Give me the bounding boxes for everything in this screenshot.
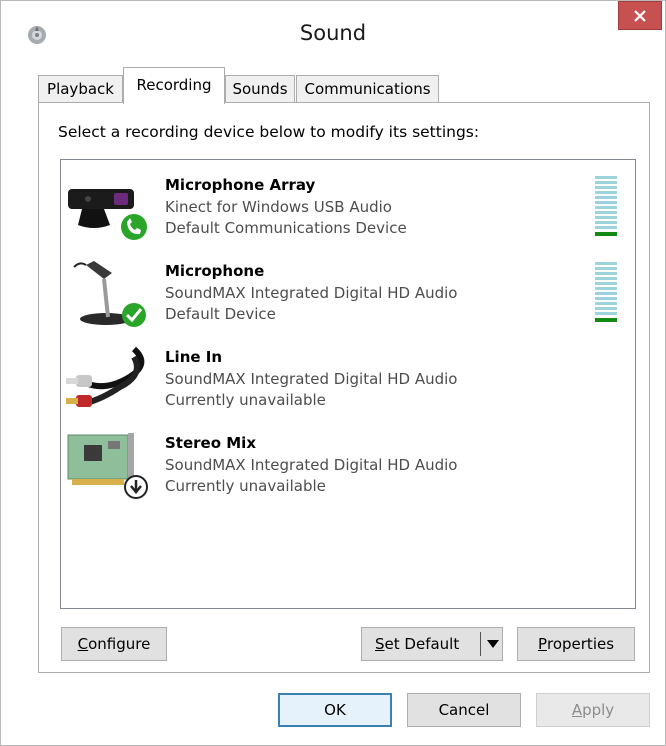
kinect-sensor-icon [68,189,147,240]
configure-label: onfigure [88,635,151,653]
device-driver: SoundMAX Integrated Digital HD Audio [165,369,458,388]
device-microphone-array[interactable]: Microphone Array Kinect for Windows USB … [61,166,635,252]
sound-dialog: Sound Playback Recording Sounds Communic… [0,0,666,746]
device-microphone[interactable]: Microphone SoundMAX Integrated Digital H… [61,252,635,338]
close-icon [634,9,646,22]
device-status: Currently unavailable [165,391,326,409]
device-name: Stereo Mix [165,434,256,452]
device-name: Microphone [165,262,265,280]
microphone-icon [73,261,146,327]
phone-check-badge-icon [121,214,147,240]
close-button[interactable] [618,1,662,30]
apply-button[interactable]: Apply [536,693,650,727]
device-stereo-mix[interactable]: Stereo Mix SoundMAX Integrated Digital H… [61,424,635,510]
device-status: Currently unavailable [165,477,326,495]
recording-tab-panel: Select a recording device below to modif… [38,102,650,673]
ok-button[interactable]: OK [278,693,392,727]
device-name: Microphone Array [165,176,316,194]
device-driver: Kinect for Windows USB Audio [165,197,392,216]
tab-communications[interactable]: Communications [296,75,439,103]
device-driver: SoundMAX Integrated Digital HD Audio [165,455,458,474]
instruction-text: Select a recording device below to modif… [58,123,480,141]
down-arrow-badge-icon [124,475,148,499]
set-default-split-button[interactable]: Set Default [361,627,503,661]
dropdown-arrow-icon[interactable] [487,640,499,648]
set-default-access-key: S [375,635,385,653]
sound-card-icon [67,433,148,499]
device-name: Line In [165,348,223,366]
configure-button[interactable]: Configure [61,627,167,661]
properties-button[interactable]: Properties [517,627,635,661]
window-title: Sound [299,21,367,45]
set-default-label: et Default [384,635,460,653]
recording-device-list[interactable]: Microphone Array Kinect for Windows USB … [60,159,636,609]
tab-playback[interactable]: Playback [38,75,123,103]
cancel-button[interactable]: Cancel [407,693,521,727]
split-divider [480,632,481,656]
device-driver: SoundMAX Integrated Digital HD Audio [165,283,458,302]
properties-label: roperties [547,635,615,653]
device-line-in[interactable]: Line In SoundMAX Integrated Digital HD A… [61,338,635,424]
device-status: Default Communications Device [165,219,407,237]
tab-sounds[interactable]: Sounds [225,75,295,103]
configure-access-key: C [77,635,89,653]
apply-label: pply [582,701,615,719]
check-badge-icon [122,303,146,327]
title-bar: Sound [1,1,665,63]
tab-recording[interactable]: Recording [123,67,225,104]
apply-access-key: A [571,701,583,719]
properties-access-key: P [537,635,547,653]
level-meter [595,262,617,322]
level-meter [595,176,617,236]
device-status: Default Device [165,305,276,323]
rca-cable-icon [66,346,145,407]
